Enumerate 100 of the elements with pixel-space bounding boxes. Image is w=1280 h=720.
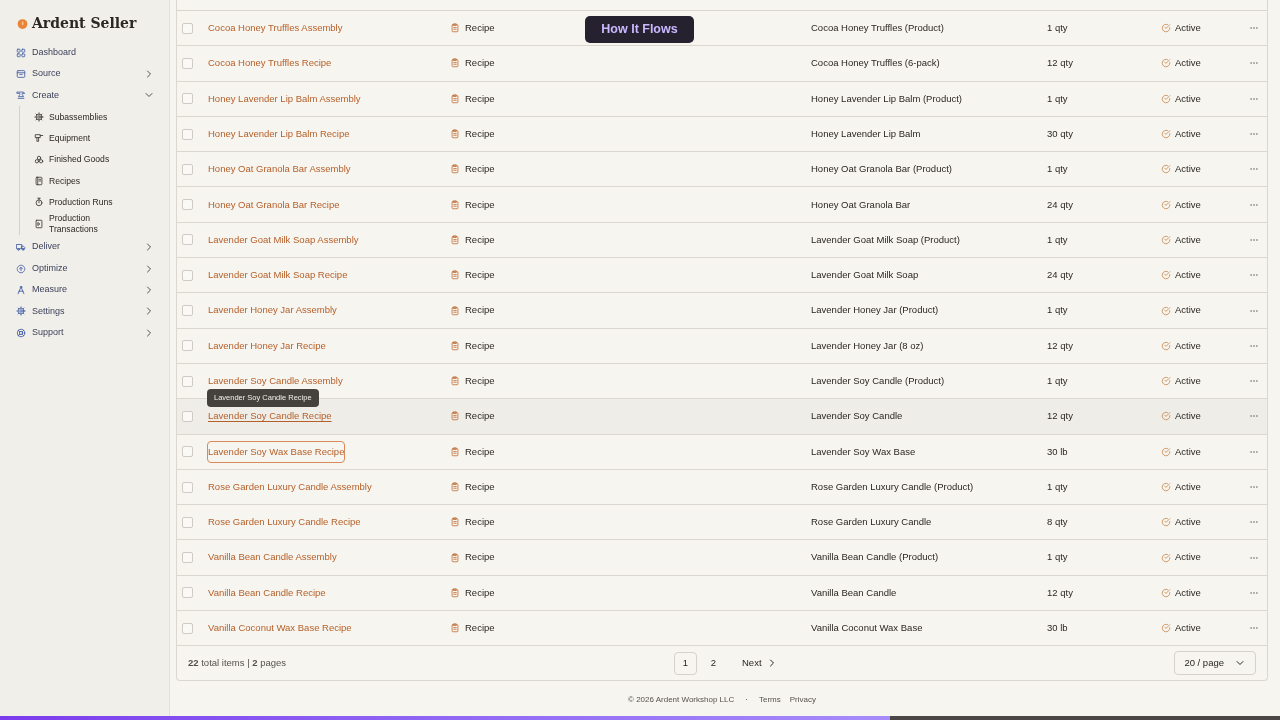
- clipboard-icon: [450, 376, 460, 387]
- row-checkbox[interactable]: [182, 22, 193, 34]
- status-label: Active: [1175, 515, 1201, 530]
- nav-item[interactable]: Support: [16, 322, 155, 344]
- row-checkbox[interactable]: [182, 305, 193, 316]
- recipe-link[interactable]: Lavender Goat Milk Soap Assembly: [208, 232, 359, 248]
- table-row[interactable]: Vanilla Bean Candle Assembly Recipe Vanilla Bean Candle (Product) 1 qty Active: [177, 540, 1267, 576]
- clipboard-icon: [450, 623, 460, 634]
- recipe-link[interactable]: Honey Lavender Lip Balm Assembly: [208, 91, 361, 106]
- recipe-link[interactable]: Rose Garden Luxury Candle Recipe: [208, 515, 361, 530]
- nav-item[interactable]: Source: [16, 63, 155, 85]
- recipe-link[interactable]: Lavender Goat Milk Soap Recipe: [208, 268, 348, 283]
- lifebuoy-icon: [16, 327, 26, 338]
- recipe-link[interactable]: Vanilla Coconut Wax Base Recipe: [208, 621, 352, 636]
- nav-subitem[interactable]: Subassemblies: [34, 106, 155, 128]
- anvil-icon: [16, 90, 26, 101]
- truck-icon: [16, 242, 26, 253]
- table-row[interactable]: Cocoa Honey Truffles Recipe Recipe Cocoa Honey Truffles (6-pack) 12 qty Active: [177, 46, 1267, 82]
- recipe-link[interactable]: Rose Garden Luxury Candle Assembly: [208, 479, 372, 495]
- row-checkbox[interactable]: [182, 410, 193, 422]
- clipboard-icon: [450, 234, 460, 245]
- row-checkbox[interactable]: [182, 93, 193, 105]
- row-checkbox[interactable]: [182, 57, 193, 69]
- clipboard-icon: [450, 58, 460, 69]
- footer-link[interactable]: Privacy: [789, 694, 816, 707]
- table-row[interactable]: Lavender Soy Wax Base Recipe Recipe Lavender Soy Wax Base 30 lb Active: [177, 434, 1267, 470]
- recipe-link[interactable]: Vanilla Bean Candle Recipe: [208, 585, 326, 600]
- table-cell-text: Lavender Soy Candle: [811, 409, 904, 424]
- table-row[interactable]: Honey Oat Granola Bar Recipe Recipe Honey Oat Granola Bar 24 qty Active: [177, 187, 1267, 223]
- nav-subitem[interactable]: Equipment: [34, 127, 155, 149]
- recipe-link[interactable]: Lavender Honey Jar Assembly: [208, 303, 337, 318]
- document-icon: [34, 218, 44, 229]
- table-cell-text: 30 lb: [1047, 444, 1069, 459]
- type-label: Recipe: [465, 91, 495, 106]
- table-row[interactable]: Lavender Honey Jar Recipe Recipe Lavender Honey Jar (8 oz) 12 qty Active: [177, 328, 1267, 364]
- nav-item[interactable]: Dashboard: [16, 42, 155, 64]
- row-checkbox[interactable]: [182, 375, 193, 387]
- recipe-link[interactable]: Honey Oat Granola Bar Assembly: [208, 162, 351, 177]
- nav-item[interactable]: Settings: [16, 300, 155, 323]
- nav-subitem[interactable]: Production Runs: [34, 191, 155, 214]
- row-checkbox[interactable]: [182, 481, 193, 493]
- check-circle-icon: [1161, 446, 1171, 457]
- table-row[interactable]: Lavender Goat Milk Soap Recipe Recipe Lavender Goat Milk Soap 24 qty Active: [177, 258, 1267, 294]
- check-circle-icon: [1161, 340, 1171, 351]
- table-row[interactable]: Vanilla Coconut Wax Base Recipe Recipe Vanilla Coconut Wax Base 30 lb Active: [177, 611, 1267, 647]
- settings-icon: [34, 111, 44, 122]
- recipe-link[interactable]: Lavender Soy Candle Assembly: [208, 374, 343, 389]
- nav-item[interactable]: Measure: [16, 279, 155, 301]
- row-checkbox[interactable]: [182, 340, 193, 352]
- nav-subitem[interactable]: Recipes: [34, 170, 155, 192]
- clipboard-icon: [450, 305, 460, 316]
- check-circle-icon: [1161, 623, 1171, 634]
- recipe-link[interactable]: Cocoa Honey Truffles Assembly: [208, 21, 343, 36]
- page-size-select[interactable]: 20 / page: [1174, 651, 1256, 676]
- table-cell-text: Lavender Soy Candle (Product): [811, 374, 946, 388]
- row-checkbox[interactable]: [182, 622, 193, 634]
- table-row[interactable]: Honey Lavender Lip Balm Assembly Recipe Honey Lavender Lip Balm (Product) 1 qty Active: [177, 81, 1267, 117]
- row-checkbox[interactable]: [182, 516, 193, 528]
- next-button[interactable]: Next: [742, 656, 778, 671]
- row-checkbox[interactable]: [182, 587, 193, 599]
- table-cell-text: Rose Garden Luxury Candle (Product): [811, 479, 975, 494]
- recipe-link[interactable]: Lavender Soy Candle Recipe: [208, 409, 332, 424]
- how-it-flows-button[interactable]: How It Flows: [585, 16, 694, 43]
- row-checkbox[interactable]: [182, 446, 193, 458]
- table-row[interactable]: Rose Garden Luxury Candle Recipe Recipe Rose Garden Luxury Candle 8 qty Active: [177, 505, 1267, 541]
- row-checkbox[interactable]: [182, 163, 193, 175]
- table-row[interactable]: Lavender Goat Milk Soap Assembly Recipe Lavender Goat Milk Soap (Product) 1 qty Active: [177, 222, 1267, 259]
- nav-item[interactable]: Create: [16, 84, 155, 107]
- recipe-link[interactable]: Honey Lavender Lip Balm Recipe: [208, 126, 350, 142]
- page-button[interactable]: 2: [702, 651, 725, 675]
- recipe-link[interactable]: Honey Oat Granola Bar Recipe: [208, 197, 340, 212]
- row-checkbox[interactable]: [182, 199, 193, 211]
- table-row[interactable]: Vanilla Bean Candle Recipe Recipe Vanilla Bean Candle 12 qty Active: [177, 575, 1267, 612]
- page-button[interactable]: 1: [674, 651, 697, 675]
- row-checkbox[interactable]: [182, 234, 193, 246]
- settings-icon: [16, 306, 26, 317]
- row-checkbox[interactable]: [182, 552, 193, 564]
- row-checkbox[interactable]: [182, 269, 193, 281]
- type-label: Recipe: [465, 303, 495, 318]
- row-checkbox[interactable]: [182, 128, 193, 140]
- table-row[interactable]: Honey Oat Granola Bar Assembly Recipe Honey Oat Granola Bar (Product) 1 qty Active: [177, 152, 1267, 188]
- table-cell-text: 1 qty: [1047, 303, 1069, 318]
- nav-subitem[interactable]: Finished Goods: [34, 148, 155, 171]
- recipe-link[interactable]: Lavender Honey Jar Recipe: [208, 338, 326, 353]
- check-circle-icon: [1161, 234, 1171, 245]
- type-label: Recipe: [465, 338, 495, 353]
- clipboard-icon: [450, 164, 460, 175]
- recipe-link[interactable]: Lavender Soy Wax Base Recipe: [207, 440, 346, 463]
- footer-link[interactable]: Terms: [758, 694, 781, 707]
- nav-item[interactable]: Optimize: [16, 257, 155, 280]
- table-row[interactable]: Rose Garden Luxury Candle Assembly Recipe Rose Garden Luxury Candle (Product) 1 qty Active: [177, 469, 1267, 506]
- table-row[interactable]: Honey Lavender Lip Balm Recipe Recipe Honey Lavender Lip Balm 30 qty Active: [177, 116, 1267, 153]
- type-label: Recipe: [465, 479, 495, 494]
- status-label: Active: [1175, 374, 1201, 388]
- nav-item[interactable]: Deliver: [16, 236, 155, 258]
- nav-subitem[interactable]: Production Transactions: [34, 213, 155, 235]
- recipe-link[interactable]: Cocoa Honey Truffles Recipe: [208, 56, 332, 71]
- recipe-link[interactable]: Vanilla Bean Candle Assembly: [208, 550, 337, 565]
- table-row[interactable]: Lavender Honey Jar Assembly Recipe Lavender Honey Jar (Product) 1 qty Active: [177, 293, 1267, 329]
- table-cell-text: Rose Garden Luxury Candle: [811, 515, 933, 530]
